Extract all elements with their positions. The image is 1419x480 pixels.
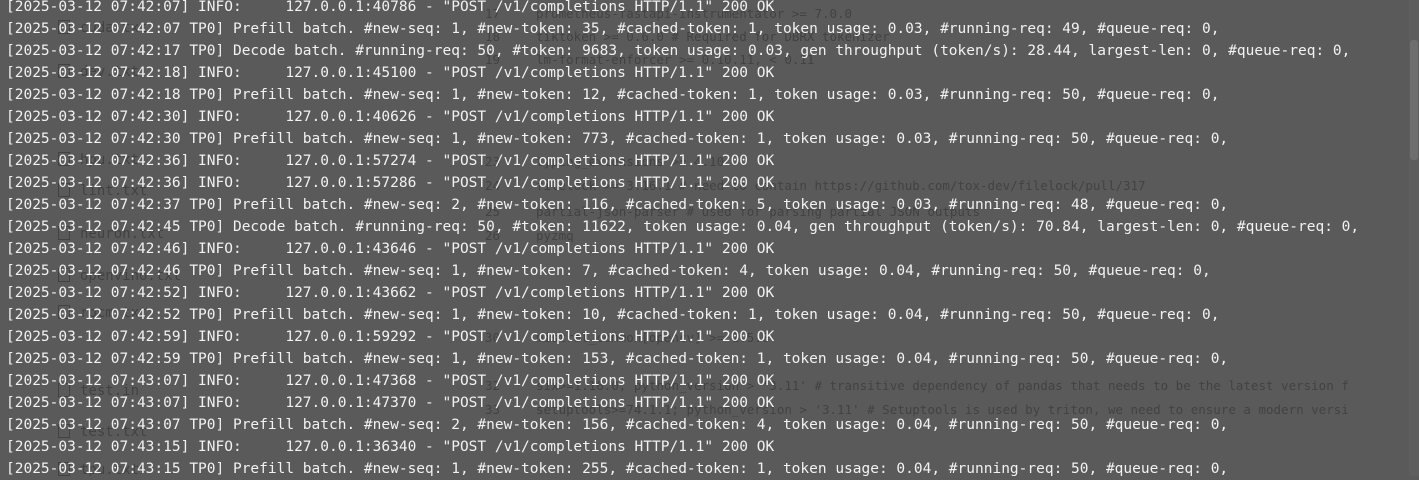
scrollbar-thumb[interactable]: [1410, 40, 1418, 160]
log-line: [2025-03-12 07:42:45 TP0] Decode batch. …: [6, 219, 1360, 235]
log-line: [2025-03-12 07:42:17 TP0] Decode batch. …: [6, 43, 1351, 59]
log-line: [2025-03-12 07:43:15 TP0] Prefill batch.…: [6, 461, 1229, 477]
log-line: [2025-03-12 07:42:36] INFO: 127.0.0.1:57…: [6, 175, 775, 191]
log-line: [2025-03-12 07:42:59 TP0] Prefill batch.…: [6, 351, 1229, 367]
log-line: [2025-03-12 07:42:37 TP0] Prefill batch.…: [6, 197, 1229, 213]
log-line: [2025-03-12 07:42:52] INFO: 127.0.0.1:43…: [6, 285, 775, 301]
log-line: [2025-03-12 07:42:46] INFO: 127.0.0.1:43…: [6, 241, 775, 257]
log-line: [2025-03-12 07:42:30] INFO: 127.0.0.1:40…: [6, 109, 775, 125]
log-line: [2025-03-12 07:42:18 TP0] Prefill batch.…: [6, 87, 1220, 103]
log-line: [2025-03-12 07:43:07 TP0] Prefill batch.…: [6, 417, 1229, 433]
log-line: [2025-03-12 07:43:07] INFO: 127.0.0.1:47…: [6, 373, 775, 389]
log-line: [2025-03-12 07:42:36] INFO: 127.0.0.1:57…: [6, 153, 775, 169]
log-line: [2025-03-12 07:42:07] INFO: 127.0.0.1:40…: [6, 0, 775, 15]
log-line: [2025-03-12 07:42:30 TP0] Prefill batch.…: [6, 131, 1229, 147]
log-line: [2025-03-12 07:42:46 TP0] Prefill batch.…: [6, 263, 1211, 279]
scrollbar[interactable]: [1409, 0, 1419, 476]
log-line: [2025-03-12 07:43:07] INFO: 127.0.0.1:47…: [6, 395, 775, 411]
log-line: [2025-03-12 07:42:18] INFO: 127.0.0.1:45…: [6, 65, 775, 81]
log-line: [2025-03-12 07:42:59] INFO: 127.0.0.1:59…: [6, 329, 775, 345]
terminal-output[interactable]: [2025-03-12 07:42:07] INFO: 127.0.0.1:40…: [0, 0, 1419, 480]
log-line: [2025-03-12 07:42:07 TP0] Prefill batch.…: [6, 21, 1220, 37]
log-line: [2025-03-12 07:42:52 TP0] Prefill batch.…: [6, 307, 1220, 323]
log-line: [2025-03-12 07:43:15] INFO: 127.0.0.1:36…: [6, 439, 775, 455]
